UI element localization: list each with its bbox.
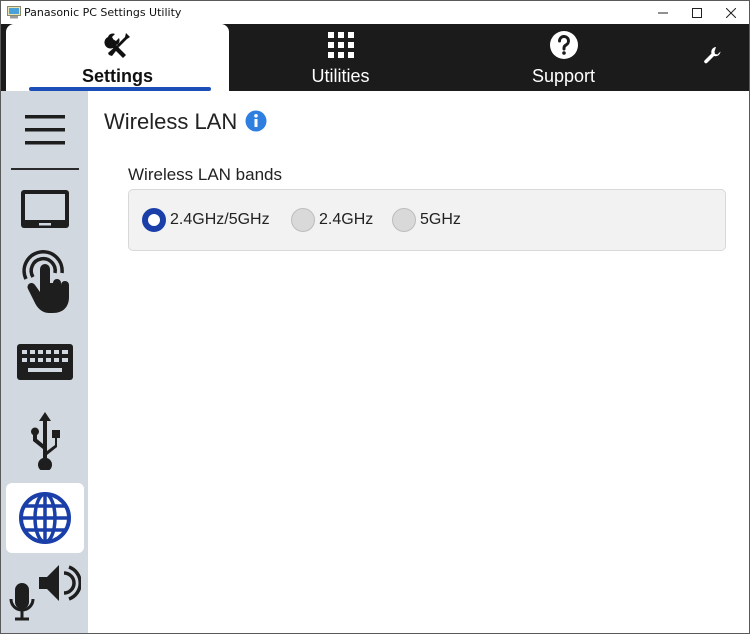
tab-utilities-label: Utilities bbox=[311, 66, 370, 86]
window-title: Panasonic PC Settings Utility bbox=[24, 6, 182, 19]
globe-icon bbox=[19, 492, 71, 544]
tab-support-label: Support bbox=[531, 66, 596, 86]
top-navigation: Settings Utilities Support bbox=[1, 24, 749, 91]
app-window: Panasonic PC Settings Utility Settings U… bbox=[0, 0, 750, 634]
close-icon bbox=[726, 7, 736, 18]
wrench-icon bbox=[704, 47, 721, 64]
audio-icon bbox=[9, 565, 81, 621]
grid-icon bbox=[327, 30, 355, 60]
radio-band-2-4ghz[interactable]: 2.4GHz bbox=[291, 208, 373, 232]
sidebar-item-usb[interactable] bbox=[6, 405, 84, 475]
sidebar-item-network[interactable] bbox=[6, 483, 84, 553]
radio-selected-indicator bbox=[142, 208, 166, 232]
wireless-bands-label: Wireless LAN bands bbox=[128, 165, 283, 184]
menu-icon bbox=[25, 115, 65, 145]
display-icon bbox=[21, 190, 69, 228]
sidebar-item-touch[interactable] bbox=[6, 247, 84, 317]
sidebar-item-keyboard[interactable] bbox=[6, 327, 84, 397]
radio-band-2-4ghz-label: 2.4GHz bbox=[319, 211, 374, 228]
help-icon bbox=[549, 30, 579, 60]
app-icon bbox=[7, 6, 21, 19]
tab-utilities[interactable]: Utilities bbox=[229, 24, 452, 91]
sidebar-item-display[interactable] bbox=[6, 175, 84, 245]
main-content: Wireless LAN Wireless LAN bands 2.4GHz/5… bbox=[88, 91, 749, 633]
sidebar-divider bbox=[11, 168, 79, 170]
radio-unselected-indicator bbox=[392, 208, 416, 232]
tab-settings[interactable]: Settings bbox=[6, 24, 229, 91]
wrench-button[interactable] bbox=[703, 46, 723, 66]
maximize-icon bbox=[692, 7, 702, 18]
radio-band-dual-label: 2.4GHz/5GHz bbox=[170, 211, 270, 228]
usb-icon bbox=[31, 412, 60, 470]
sidebar-item-audio[interactable] bbox=[6, 559, 84, 629]
minimize-icon bbox=[658, 12, 668, 13]
radio-band-5ghz-label: 5GHz bbox=[420, 211, 461, 228]
tab-settings-label: Settings bbox=[81, 66, 153, 86]
radio-band-5ghz[interactable]: 5GHz bbox=[392, 208, 461, 232]
radio-band-dual[interactable]: 2.4GHz/5GHz bbox=[142, 208, 270, 232]
tab-support[interactable]: Support bbox=[452, 24, 675, 91]
sidebar bbox=[1, 91, 88, 633]
keyboard-icon bbox=[17, 344, 73, 380]
touch-icon bbox=[22, 250, 69, 313]
sidebar-menu-button[interactable] bbox=[6, 95, 84, 165]
title-bar: Panasonic PC Settings Utility bbox=[1, 1, 749, 24]
tools-icon bbox=[103, 30, 133, 60]
wireless-bands-radio-group: 2.4GHz/5GHz 2.4GHz 5GHz bbox=[128, 189, 726, 251]
radio-unselected-indicator bbox=[291, 208, 315, 232]
info-icon[interactable] bbox=[245, 110, 267, 132]
page-title: Wireless LAN bbox=[104, 109, 238, 134]
close-button[interactable] bbox=[711, 1, 749, 24]
